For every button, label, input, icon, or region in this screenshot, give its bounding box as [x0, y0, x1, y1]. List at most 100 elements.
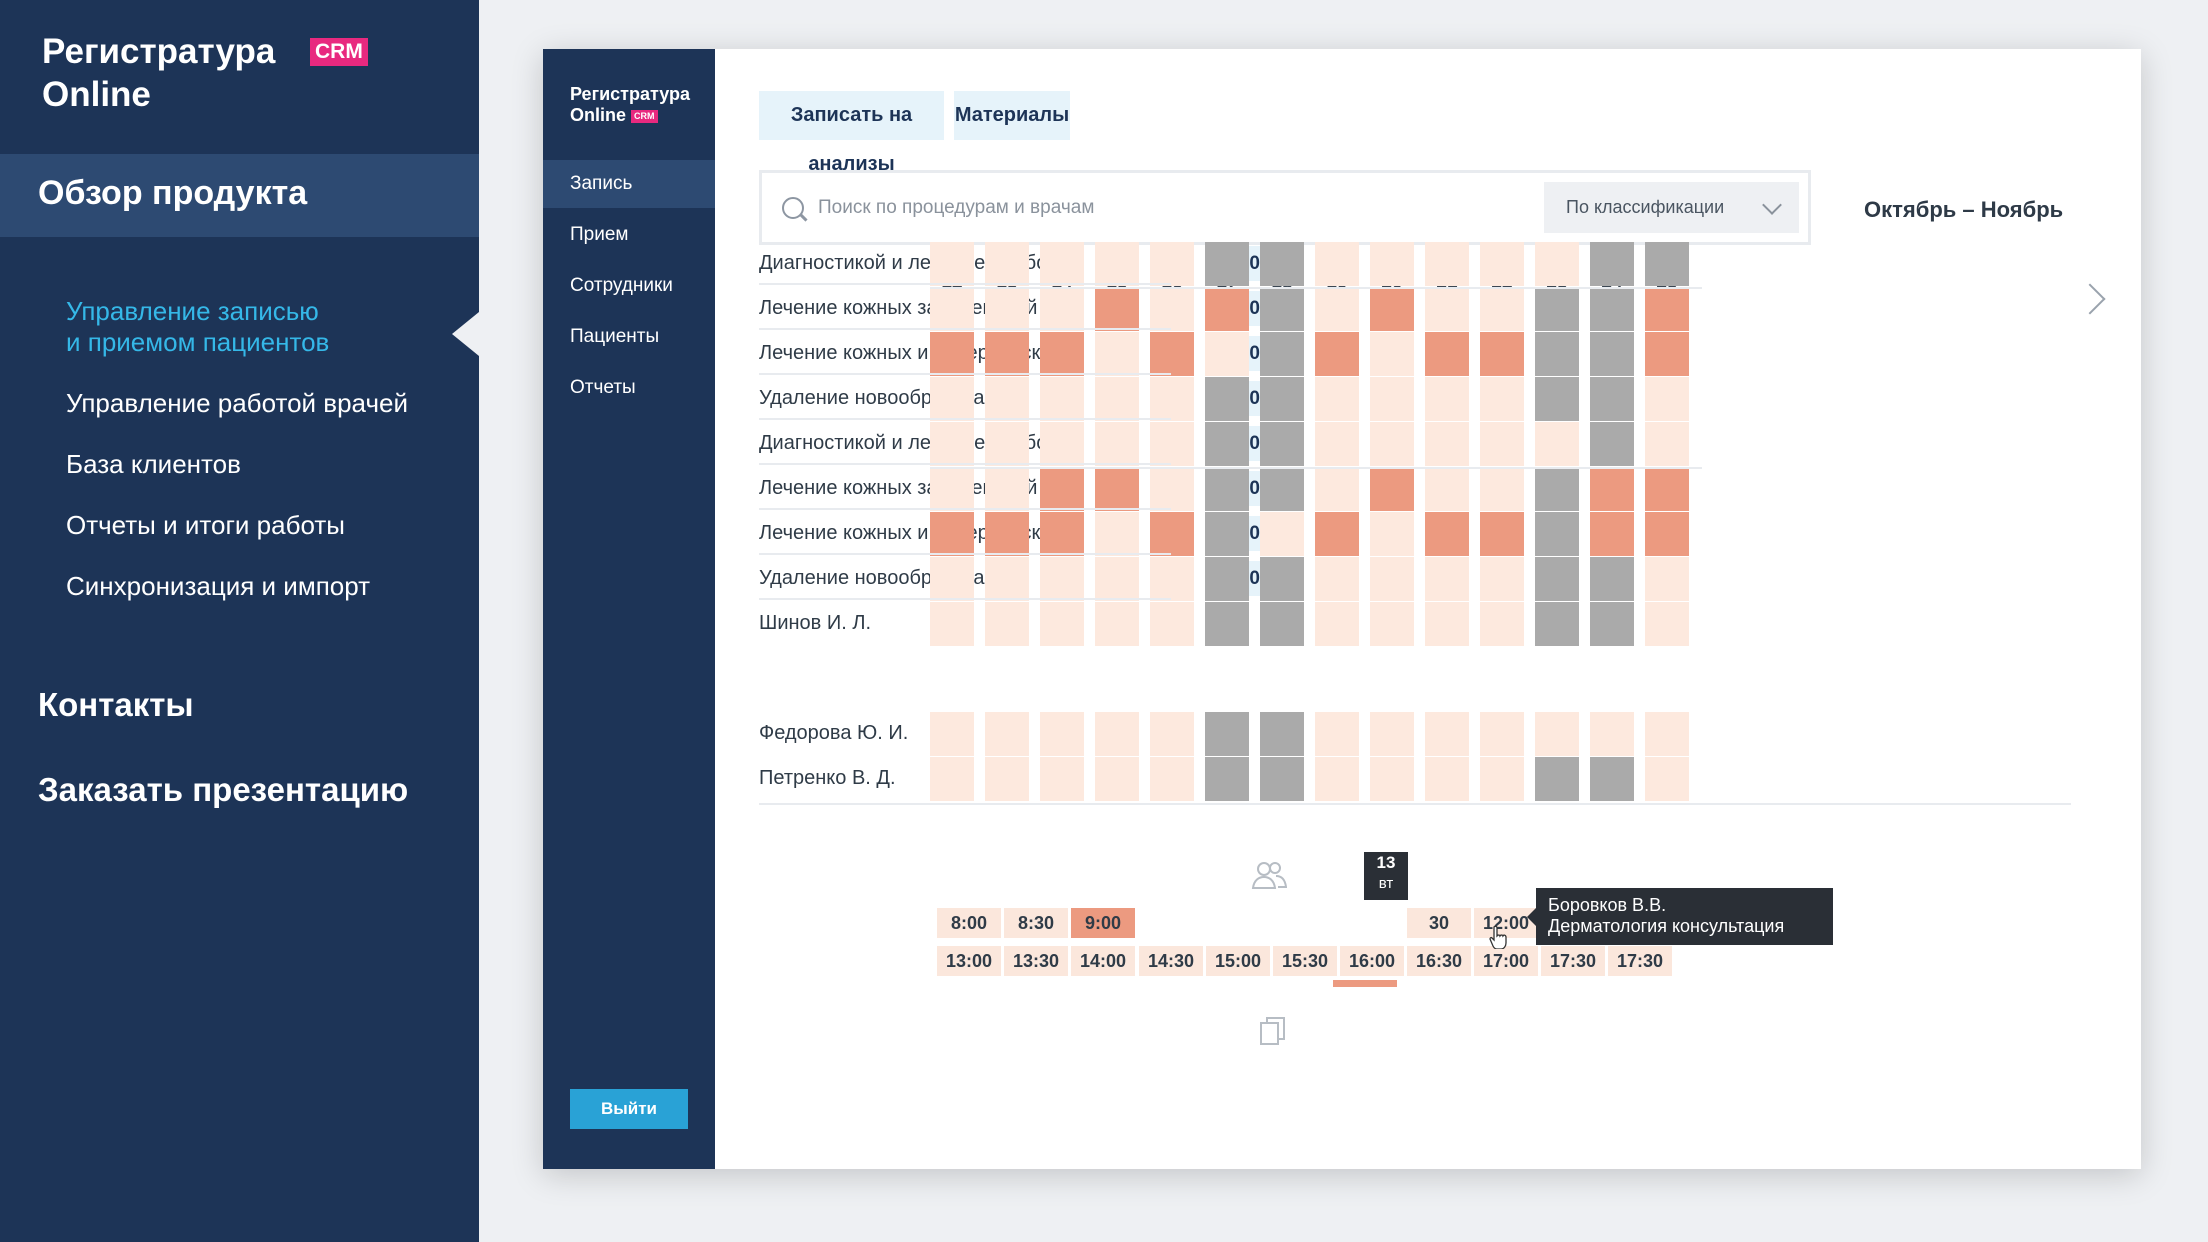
slot-cell-free[interactable]: [1370, 377, 1414, 421]
slot-cell-free[interactable]: [1150, 557, 1194, 601]
slot-cell-free[interactable]: [930, 467, 974, 511]
slot-cell-free[interactable]: [1315, 242, 1359, 286]
slot-cell-free[interactable]: [1425, 287, 1469, 331]
slot-cell-off[interactable]: [1205, 757, 1249, 801]
slot-cell-free[interactable]: [1040, 557, 1084, 601]
time-slot[interactable]: 30: [1407, 908, 1471, 938]
slot-cell-busy[interactable]: [930, 332, 974, 376]
tab-lab-tests[interactable]: Записать на анализы: [759, 91, 944, 175]
slot-cell-off[interactable]: [1645, 242, 1689, 286]
slot-cell-free[interactable]: [930, 287, 974, 331]
slot-cell-off[interactable]: [1590, 242, 1634, 286]
slot-cell-free[interactable]: [1480, 467, 1524, 511]
slot-cell-free[interactable]: [985, 757, 1029, 801]
slot-cell-free[interactable]: [1425, 712, 1469, 756]
nav-item-reports[interactable]: Отчеты: [543, 364, 715, 412]
slot-cell-off[interactable]: [1535, 332, 1579, 376]
slot-cell-free[interactable]: [1040, 287, 1084, 331]
slot-cell-off[interactable]: [1205, 422, 1249, 466]
slot-cell-off[interactable]: [1535, 287, 1579, 331]
subnav-item-clients[interactable]: База клиентов: [66, 449, 408, 480]
slot-cell-free[interactable]: [985, 602, 1029, 646]
slot-cell-free[interactable]: [1315, 287, 1359, 331]
slot-cell-off[interactable]: [1205, 557, 1249, 601]
slot-cell-free[interactable]: [1315, 377, 1359, 421]
time-slot[interactable]: 16:00: [1340, 946, 1404, 976]
contacts-link[interactable]: Контакты: [38, 686, 194, 724]
slot-cell-busy[interactable]: [1315, 512, 1359, 556]
slot-cell-free[interactable]: [1645, 422, 1689, 466]
slot-cell-busy[interactable]: [985, 332, 1029, 376]
slot-cell-free[interactable]: [1480, 757, 1524, 801]
slot-cell-free[interactable]: [1315, 422, 1359, 466]
slot-cell-free[interactable]: [930, 712, 974, 756]
slot-cell-busy[interactable]: [1425, 332, 1469, 376]
slot-cell-free[interactable]: [1095, 757, 1139, 801]
slot-cell-off[interactable]: [1260, 757, 1304, 801]
slot-cell-free[interactable]: [1150, 757, 1194, 801]
slot-cell-off[interactable]: [1590, 377, 1634, 421]
slot-cell-free[interactable]: [1150, 602, 1194, 646]
nav-item-booking[interactable]: Запись: [543, 160, 715, 208]
slot-cell-busy[interactable]: [1205, 287, 1249, 331]
slot-cell-off[interactable]: [1535, 602, 1579, 646]
slot-cell-free[interactable]: [1150, 377, 1194, 421]
search-input[interactable]: [818, 191, 1498, 225]
slot-cell-off[interactable]: [1590, 557, 1634, 601]
time-slot[interactable]: 16:30: [1407, 946, 1471, 976]
slot-cell-off[interactable]: [1205, 377, 1249, 421]
slot-cell-free[interactable]: [1095, 512, 1139, 556]
slot-cell-free[interactable]: [1480, 287, 1524, 331]
slot-cell-free[interactable]: [985, 557, 1029, 601]
slot-cell-off[interactable]: [1260, 422, 1304, 466]
slot-cell-free[interactable]: [1425, 602, 1469, 646]
slot-cell-off[interactable]: [1205, 242, 1249, 286]
slot-cell-free[interactable]: [1370, 757, 1414, 801]
slot-cell-busy[interactable]: [1590, 467, 1634, 511]
slot-cell-off[interactable]: [1260, 557, 1304, 601]
slot-cell-free[interactable]: [1480, 557, 1524, 601]
slot-cell-busy[interactable]: [1645, 287, 1689, 331]
slot-cell-off[interactable]: [1535, 757, 1579, 801]
time-slot[interactable]: 8:00: [937, 908, 1001, 938]
slot-cell-free[interactable]: [1040, 377, 1084, 421]
slot-cell-busy[interactable]: [985, 512, 1029, 556]
slot-cell-free[interactable]: [1095, 557, 1139, 601]
time-slot[interactable]: 15:00: [1206, 946, 1270, 976]
slot-cell-free[interactable]: [1480, 712, 1524, 756]
slot-cell-free[interactable]: [1205, 332, 1249, 376]
nav-item-reception[interactable]: Прием: [543, 211, 715, 259]
next-arrow-icon[interactable]: [2074, 283, 2106, 315]
slot-cell-free[interactable]: [1425, 422, 1469, 466]
app-brand[interactable]: Регистратура Online CRM: [570, 84, 690, 126]
slot-cell-free[interactable]: [1150, 242, 1194, 286]
slot-cell-free[interactable]: [985, 242, 1029, 286]
slot-cell-off[interactable]: [1590, 287, 1634, 331]
selected-day[interactable]: 13 вт: [1364, 852, 1408, 900]
slot-cell-busy[interactable]: [1370, 467, 1414, 511]
slot-cell-free[interactable]: [1370, 602, 1414, 646]
slot-cell-free[interactable]: [1040, 242, 1084, 286]
slot-cell-free[interactable]: [1370, 422, 1414, 466]
doctor-name[interactable]: Федорова Ю. И.: [759, 722, 908, 745]
slot-cell-free[interactable]: [930, 242, 974, 286]
time-slot[interactable]: 17:30: [1541, 946, 1605, 976]
slot-cell-free[interactable]: [1645, 602, 1689, 646]
slot-cell-free[interactable]: [1260, 512, 1304, 556]
slot-cell-free[interactable]: [930, 602, 974, 646]
slot-cell-free[interactable]: [1315, 557, 1359, 601]
slot-cell-off[interactable]: [1590, 757, 1634, 801]
slot-cell-free[interactable]: [1370, 557, 1414, 601]
slot-cell-busy[interactable]: [1040, 467, 1084, 511]
time-slot[interactable]: 9:00: [1071, 908, 1135, 938]
slot-cell-off[interactable]: [1205, 512, 1249, 556]
slot-cell-off[interactable]: [1535, 377, 1579, 421]
slot-cell-busy[interactable]: [1645, 332, 1689, 376]
people-icon[interactable]: [1251, 859, 1287, 891]
subnav-item-appointments[interactable]: Управление записью и приемом пациентов: [66, 296, 408, 358]
time-slot[interactable]: 17:30: [1608, 946, 1672, 976]
slot-cell-off[interactable]: [1260, 287, 1304, 331]
slot-cell-free[interactable]: [1425, 377, 1469, 421]
slot-cell-free[interactable]: [1370, 242, 1414, 286]
slot-cell-busy[interactable]: [1370, 287, 1414, 331]
